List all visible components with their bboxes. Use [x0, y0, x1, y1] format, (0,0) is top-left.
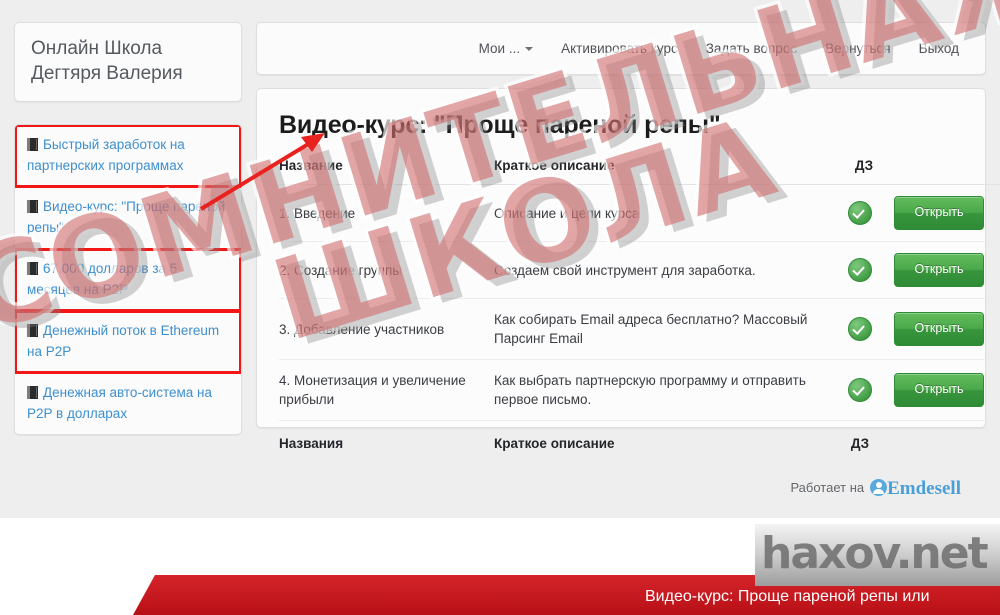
sidebar-item-auto-system[interactable]: Денежная авто-система на P2P в долларах — [15, 373, 241, 434]
lesson-action-cell: Открыть — [894, 359, 1000, 421]
table-footer-row: Названия Краткое описание ДЗ — [279, 421, 1000, 465]
book-icon — [27, 138, 38, 151]
book-icon — [27, 324, 38, 337]
column-header-dz: ДЗ — [834, 158, 894, 185]
powered-by: Работает на Emdesell — [279, 478, 963, 500]
sidebar-item-label: Видео-курс: "Проще пареной репы" — [27, 199, 226, 235]
main-content-panel: Видео-курс: "Проще пареной репы" Названи… — [256, 88, 1000, 499]
site-watermark-label: haxov.net — [761, 528, 989, 579]
check-circle-icon — [848, 378, 872, 402]
check-circle-icon — [848, 317, 872, 341]
book-icon — [27, 200, 38, 213]
column-footer-dz: ДЗ — [850, 436, 870, 451]
sidebar-item-67000-dollars[interactable]: 67.000 долларов за 5 месяцев на P2P — [15, 248, 241, 312]
column-header-action — [894, 158, 1000, 185]
open-button[interactable]: Открыть — [894, 312, 984, 346]
table-row: 2. Создание группы Создаем свой инструме… — [279, 241, 1000, 299]
lesson-action-cell: Открыть — [894, 241, 1000, 299]
open-button[interactable]: Открыть — [894, 253, 984, 287]
lesson-dz-status — [834, 359, 894, 421]
column-header-name: Название — [279, 158, 494, 185]
brand-panel: Онлайн Школа Дегтяря Валерия — [14, 22, 242, 102]
sidebar-item-label: 67.000 долларов за 5 месяцев на P2P — [27, 261, 178, 297]
ribbon-label: Видео-курс: Проще пареной репы или — [645, 588, 930, 605]
site-watermark-box: haxov.net — [755, 524, 1000, 586]
sidebar-item-fast-earnings[interactable]: Быстрый заработок на партнерских програм… — [15, 125, 241, 188]
topnav-item-logout[interactable]: Выход — [905, 35, 973, 62]
lesson-action-cell: Открыть — [894, 184, 1000, 242]
column-footer-description: Краткое описание — [494, 436, 615, 451]
topnav-item-return[interactable]: Вернуться — [811, 35, 905, 62]
sidebar-item-label: Быстрый заработок на партнерских програм… — [27, 137, 185, 173]
bottom-banner: Видео-курс: Проще пареной репы или haxov… — [0, 518, 1000, 615]
sidebar-course-list: Быстрый заработок на партнерских програм… — [14, 124, 242, 435]
sidebar-item-ethereum-flow[interactable]: Денежный поток в Ethereum на P2P — [15, 310, 241, 374]
lesson-description: Создаем свой инструмент для заработка. — [494, 241, 834, 299]
lesson-dz-status — [834, 298, 894, 360]
lesson-name: 2. Создание группы — [279, 241, 494, 299]
open-button[interactable]: Открыть — [894, 373, 984, 407]
book-icon — [27, 386, 38, 399]
table-row: 1. Введение Описание и цели курса Открыт… — [279, 184, 1000, 242]
lesson-dz-status — [834, 241, 894, 299]
lesson-dz-status — [834, 184, 894, 242]
topnav-item-my-courses[interactable]: Мои ... — [465, 35, 547, 62]
book-icon — [27, 262, 38, 275]
top-navigation-bar: Мои ... Активировать курс Задать вопрос … — [256, 22, 986, 75]
table-header-row: Название Краткое описание ДЗ — [279, 158, 1000, 185]
check-circle-icon — [848, 258, 872, 282]
column-header-description: Краткое описание — [494, 158, 834, 185]
lesson-description: Описание и цели курса — [494, 184, 834, 242]
sidebar-item-label: Денежная авто-система на P2P в долларах — [27, 385, 213, 421]
lesson-action-cell: Открыть — [894, 298, 1000, 360]
check-circle-icon — [848, 201, 872, 225]
lesson-description: Как собирать Email адреса бесплатно? Мас… — [494, 298, 834, 360]
lessons-table: Название Краткое описание ДЗ 1. Введение… — [279, 158, 1000, 464]
topnav-item-label: Мои ... — [478, 41, 521, 56]
powered-by-label: Работает на — [790, 480, 865, 495]
lesson-name: 3. Добавление участников — [279, 298, 494, 360]
lesson-description: Как выбрать партнерскую программу и отпр… — [494, 359, 834, 421]
table-row: 4. Монетизация и увеличение прибыли Как … — [279, 359, 1000, 421]
emdesell-name: Emdesell — [887, 478, 961, 499]
sidebar-item-label: Денежный поток в Ethereum на P2P — [27, 323, 220, 359]
topnav-item-ask-question[interactable]: Задать вопрос — [692, 35, 811, 62]
table-row: 3. Добавление участников Как собирать Em… — [279, 298, 1000, 360]
lesson-name: 1. Введение — [279, 184, 494, 242]
open-button[interactable]: Открыть — [894, 196, 984, 230]
sidebar-item-video-course[interactable]: Видео-курс: "Проще пареной репы" — [15, 187, 241, 249]
topnav-item-activate-course[interactable]: Активировать курс — [547, 35, 692, 62]
page-title: Видео-курс: "Проще пареной репы" — [279, 111, 721, 139]
page-background: Онлайн Школа Дегтяря Валерия Быстрый зар… — [0, 0, 1000, 518]
emdesell-logo-icon — [870, 479, 888, 496]
sidebar: Онлайн Школа Дегтяря Валерия Быстрый зар… — [14, 22, 242, 435]
lesson-name: 4. Монетизация и увеличение прибыли — [279, 359, 494, 421]
column-footer-name: Названия — [279, 436, 344, 451]
column-footer-action — [894, 421, 1000, 465]
chevron-down-icon — [525, 47, 534, 51]
brand-title: Онлайн Школа Дегтяря Валерия — [31, 38, 183, 84]
